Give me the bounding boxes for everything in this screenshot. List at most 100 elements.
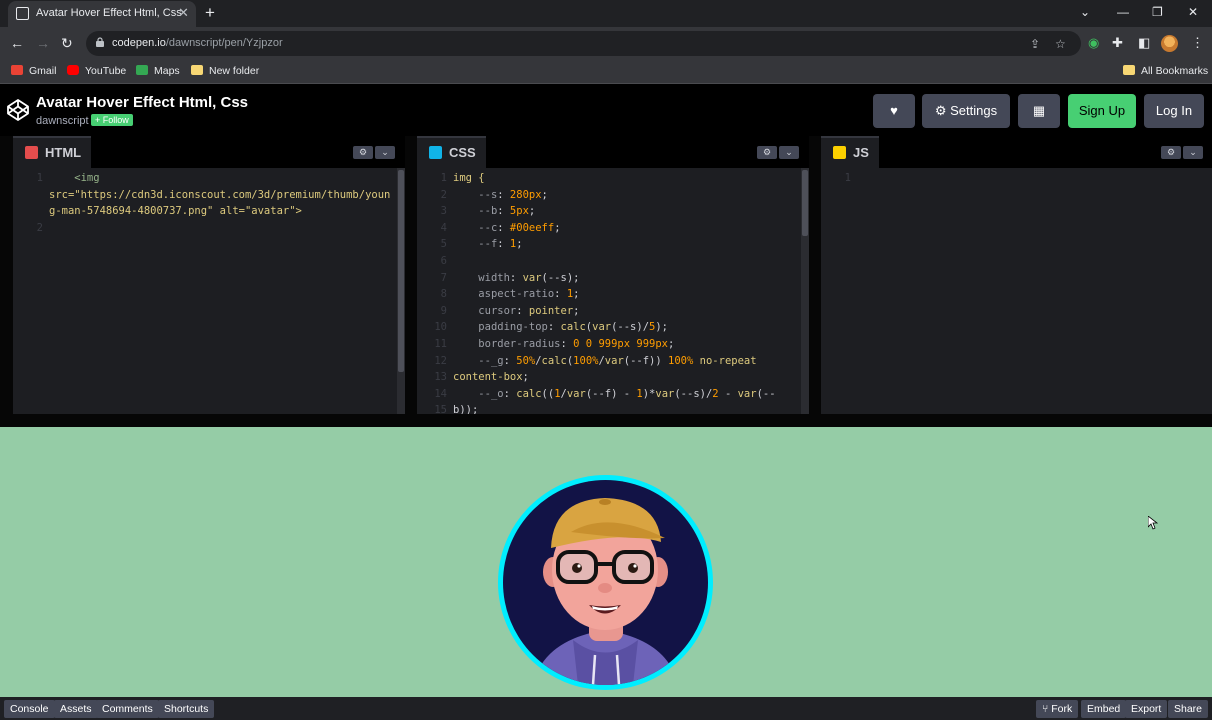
bookmarks-bar: Gmail YouTube Maps New folder All Bookma…: [0, 60, 1212, 84]
shortcuts-button[interactable]: Shortcuts: [158, 700, 215, 718]
reload-icon[interactable]: ↻: [61, 35, 73, 52]
code-line: cursor: pointer;: [478, 304, 580, 317]
comments-button[interactable]: Comments: [96, 700, 159, 718]
tab-search-icon[interactable]: ⌄: [1080, 5, 1090, 19]
new-tab-icon[interactable]: +: [205, 3, 215, 23]
code-line: aspect-ratio: 1;: [478, 288, 580, 301]
code-line: b));: [453, 404, 479, 414]
layout-button[interactable]: ▦: [1018, 94, 1060, 128]
line-numbers: 12: [36, 172, 43, 234]
js-icon: [833, 146, 846, 159]
heart-icon: ♥: [890, 103, 898, 118]
menu-kebab-icon[interactable]: ⋮: [1191, 35, 1204, 51]
html-scrollbar[interactable]: [397, 168, 405, 414]
fork-button[interactable]: ⑂ Fork: [1036, 700, 1079, 718]
back-icon[interactable]: ←: [10, 35, 24, 51]
pane-header: JS ⚙ ⌄: [821, 136, 1212, 168]
html-settings-icon[interactable]: ⚙: [353, 146, 373, 159]
all-bookmarks[interactable]: All Bookmarks: [1123, 65, 1208, 77]
embed-button[interactable]: Embed: [1081, 700, 1127, 718]
console-button[interactable]: Console: [4, 700, 55, 718]
restore-icon[interactable]: ❐: [1152, 5, 1163, 19]
tab-html[interactable]: HTML: [13, 136, 92, 168]
minimize-icon[interactable]: —: [1117, 5, 1129, 19]
html-editor-pane: HTML ⚙ ⌄ 12 <img src="https://cdn3d.icons…: [13, 136, 405, 414]
browser-tab[interactable]: Avatar Hover Effect Html, Css ✕: [8, 1, 196, 27]
resize-divider[interactable]: [0, 414, 1212, 427]
assets-button[interactable]: Assets: [54, 700, 98, 718]
browser-tab-strip: Avatar Hover Effect Html, Css ✕ + ⌄ — ❐ …: [0, 0, 1212, 27]
pane-header: HTML ⚙ ⌄: [13, 136, 405, 168]
gear-icon: ⚙: [934, 103, 951, 118]
share-icon[interactable]: ⇪: [1030, 37, 1040, 51]
export-button[interactable]: Export: [1125, 700, 1168, 718]
heart-button[interactable]: ♥: [873, 94, 915, 128]
forward-icon[interactable]: →: [36, 35, 50, 51]
bookmark-gmail[interactable]: Gmail: [11, 65, 56, 77]
css-icon: [429, 146, 442, 159]
bookmark-new-folder[interactable]: New folder: [191, 65, 259, 77]
codepen-footer: Console Assets Comments Shortcuts ⑂ Fork…: [0, 697, 1212, 720]
window-close-icon[interactable]: ✕: [1188, 5, 1198, 19]
code-line: padding-top: calc(var(--s)/5);: [478, 321, 669, 334]
youtube-icon: [67, 65, 79, 75]
code-line: --s: 280px;: [478, 188, 548, 201]
browser-toolbar: ← → ↻ codepen.io/dawnscript/pen/Yzjpzor …: [0, 27, 1212, 60]
code-line: content-box;: [453, 371, 529, 384]
mouse-cursor-icon: [1148, 516, 1158, 530]
pen-author-link[interactable]: dawnscript: [36, 115, 89, 127]
tab-css[interactable]: CSS: [417, 136, 486, 168]
css-scrollbar[interactable]: [801, 168, 809, 414]
fork-icon: ⑂: [1042, 703, 1052, 715]
tab-js[interactable]: JS: [821, 136, 879, 168]
tab-title: Avatar Hover Effect Html, Css: [36, 7, 182, 19]
code-line: img {: [453, 172, 485, 184]
layout-grid-icon: ▦: [1032, 103, 1046, 118]
folder-icon: [191, 65, 203, 75]
log-in-button[interactable]: Log In: [1144, 94, 1204, 128]
css-code[interactable]: 1 2 3 4 5 6 7 8 9 10 11 12 13 14 15 img { --s: 280px; …: [417, 168, 809, 414]
code-line: <img: [49, 172, 100, 184]
settings-button[interactable]: ⚙ Settings: [922, 94, 1010, 128]
follow-button[interactable]: + Follow: [91, 114, 133, 126]
code-line: border-radius: 0 0 999px 999px;: [478, 337, 675, 350]
css-editor-pane: CSS ⚙ ⌄ 1 2 3 4 5 6 7 8 9 10 11 12 13 14 15 img { --s:…: [417, 136, 809, 414]
html-collapse-icon[interactable]: ⌄: [375, 146, 395, 159]
bookmark-maps[interactable]: Maps: [136, 65, 180, 77]
bookmark-star-icon[interactable]: ☆: [1055, 37, 1066, 51]
sign-up-button[interactable]: Sign Up: [1068, 94, 1136, 128]
profile-avatar[interactable]: [1161, 35, 1178, 52]
js-editor-pane: JS ⚙ ⌄ 1: [821, 136, 1212, 414]
html-code[interactable]: 12 <img src="https://cdn3d.iconscout.com/…: [13, 168, 405, 414]
pen-title: Avatar Hover Effect Html, Css: [36, 94, 249, 111]
bookmark-youtube[interactable]: YouTube: [67, 65, 126, 77]
pane-header: CSS ⚙ ⌄: [417, 136, 809, 168]
js-code[interactable]: 1: [821, 168, 1212, 414]
extension-eye-icon[interactable]: ◉: [1088, 35, 1099, 51]
gmail-icon: [11, 65, 23, 75]
address-bar[interactable]: codepen.io/dawnscript/pen/Yzjpzor ⇪ ☆: [86, 31, 1081, 56]
tab-close-icon[interactable]: ✕: [178, 5, 189, 21]
avatar-ring[interactable]: [498, 475, 713, 690]
lock-icon: [96, 37, 104, 47]
code-line: src="https://cdn3d.iconscout.com/3d/prem…: [49, 188, 391, 201]
preview-pane: [0, 427, 1212, 697]
line-numbers: 1 2 3 4 5 6 7 8 9 10 11 12 13 14 15: [434, 172, 447, 414]
share-button[interactable]: Share: [1168, 700, 1209, 718]
html-icon: [25, 146, 38, 159]
side-panel-icon[interactable]: ◧: [1138, 35, 1150, 51]
css-settings-icon[interactable]: ⚙: [757, 146, 777, 159]
js-collapse-icon[interactable]: ⌄: [1183, 146, 1203, 159]
js-settings-icon[interactable]: ⚙: [1161, 146, 1181, 159]
css-collapse-icon[interactable]: ⌄: [779, 146, 799, 159]
code-line: --_g: 50%/calc(100%/var(--f)) 100% no-re…: [478, 354, 757, 367]
avatar-image[interactable]: [503, 480, 708, 685]
codepen-header: Avatar Hover Effect Html, Css dawnscript…: [0, 84, 1212, 136]
extensions-puzzle-icon[interactable]: ✚: [1112, 35, 1123, 51]
code-lines: <img src="https://cdn3d.iconscout.com/3d/…: [49, 170, 391, 236]
url-text: codepen.io/dawnscript/pen/Yzjpzor: [112, 37, 283, 49]
maps-icon: [136, 65, 148, 75]
folder-icon: [1123, 65, 1135, 75]
codepen-logo-icon[interactable]: [6, 98, 30, 122]
